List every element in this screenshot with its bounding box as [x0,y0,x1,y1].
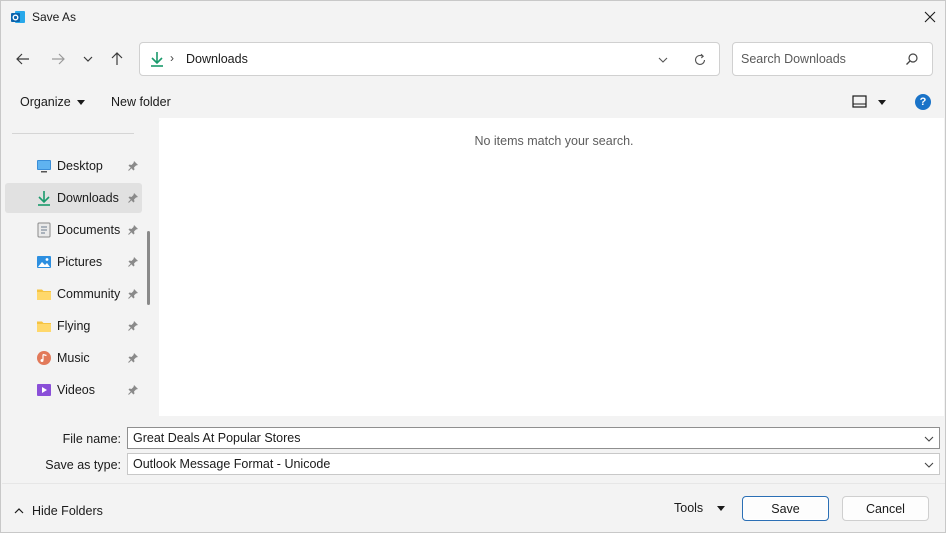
forward-button[interactable] [46,47,70,71]
arrow-left-icon [16,53,29,65]
nav-divider [12,133,134,134]
search-input[interactable]: Search Downloads [732,42,933,76]
music-icon [36,350,52,366]
chevron-down-icon [924,462,934,468]
arrow-right-icon [52,53,65,65]
breadcrumb-separator: › [170,51,174,65]
sidebar-item-label: Music [57,351,90,365]
sidebar-item-flying[interactable]: Flying [5,311,142,341]
address-dropdown-button[interactable] [655,52,671,68]
chevron-up-icon [14,508,24,514]
pin-icon [127,192,139,204]
footer-divider [2,483,945,484]
save-as-dialog: Save As › Downloads Search Downloads Org… [0,0,946,533]
videos-icon [36,382,52,398]
chevron-down-icon[interactable] [923,433,935,445]
breadcrumb-downloads[interactable]: Downloads [186,52,248,66]
refresh-button[interactable] [691,51,709,69]
pin-icon [127,224,139,236]
window-title: Save As [32,10,77,24]
sidebar-item-documents[interactable]: Documents [5,215,142,245]
chevron-down-icon [658,57,668,63]
new-folder-button[interactable]: New folder [111,95,171,109]
nav-scrollbar[interactable] [147,231,150,305]
sidebar-item-videos[interactable]: Videos [5,375,142,405]
download-icon [149,51,165,67]
hide-folders-label: Hide Folders [32,504,103,518]
title-bar: Save As [1,1,945,33]
sidebar-item-downloads[interactable]: Downloads [5,183,142,213]
caret-down-icon[interactable] [717,506,725,511]
pin-icon [127,352,139,364]
change-view-button[interactable] [852,94,892,110]
save-button[interactable]: Save [742,496,829,521]
file-name-value: Great Deals At Popular Stores [133,431,301,445]
sidebar-item-label: Desktop [57,159,103,173]
pin-icon [127,384,139,396]
cancel-button[interactable]: Cancel [842,496,929,521]
navigation-pane: Desktop Downloads Documents Pictures Communi… [2,118,158,416]
sidebar-item-community[interactable]: Community [5,279,142,309]
folder-icon [36,286,52,302]
sidebar-item-desktop[interactable]: Desktop [5,151,142,181]
desktop-icon [36,158,52,174]
caret-down-icon [878,99,886,105]
tools-button[interactable]: Tools [674,501,703,515]
arrow-up-icon [111,52,123,65]
outlook-icon [10,9,26,25]
caret-down-icon [76,100,85,106]
save-type-select[interactable]: Outlook Message Format - Unicode [127,453,940,475]
sidebar-item-label: Videos [57,383,95,397]
save-type-label: Save as type: [45,458,121,472]
help-button[interactable]: ? [915,94,931,110]
folder-icon [36,318,52,334]
sidebar-item-music[interactable]: Music [5,343,142,373]
sidebar-item-pictures[interactable]: Pictures [5,247,142,277]
hide-folders-button[interactable]: Hide Folders [14,504,103,518]
pin-icon [127,256,139,268]
file-name-label: File name: [62,432,121,446]
pin-icon [127,160,139,172]
organize-label: Organize [20,95,71,109]
sidebar-item-label: Flying [57,319,91,333]
pin-icon [127,320,139,332]
save-type-value: Outlook Message Format - Unicode [133,457,331,471]
organize-button[interactable]: Organize [20,95,85,109]
sidebar-item-label: Pictures [57,255,103,269]
sidebar-item-label: Documents [57,223,121,237]
up-button[interactable] [105,47,129,71]
file-name-field[interactable]: Great Deals At Popular Stores [127,427,940,449]
documents-icon [36,222,52,238]
pin-icon [127,288,139,300]
view-icon [852,95,867,108]
sidebar-item-label: Downloads [57,191,119,205]
sidebar-item-label: Community [57,287,121,301]
search-icon [905,52,921,68]
download-icon [36,190,52,206]
chevron-down-icon [83,56,93,62]
close-button[interactable] [915,1,945,33]
empty-message: No items match your search. [474,134,634,148]
file-list-pane[interactable]: No items match your search. [159,118,944,416]
pictures-icon [36,254,52,270]
address-bar[interactable]: › Downloads [139,42,720,76]
refresh-icon [694,53,706,65]
recent-locations-button[interactable] [76,47,100,71]
search-placeholder: Search Downloads [741,52,846,66]
close-icon [924,11,936,23]
back-button[interactable] [11,47,35,71]
